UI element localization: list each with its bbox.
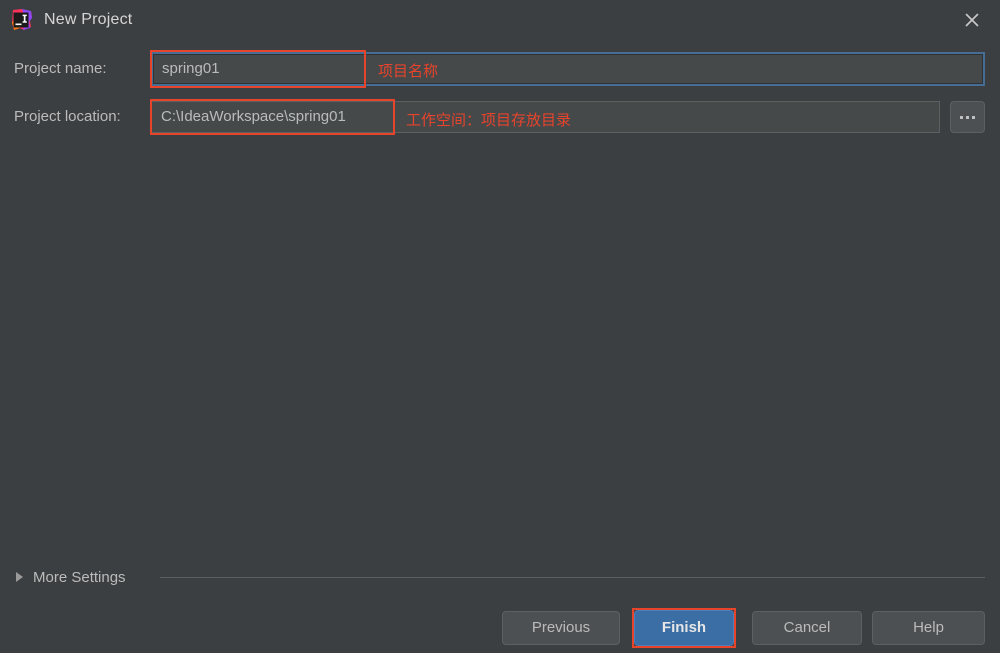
- chevron-right-icon: [16, 572, 23, 582]
- help-button[interactable]: Help: [872, 611, 985, 645]
- browse-folder-button[interactable]: [950, 101, 985, 133]
- project-location-value: C:\IdeaWorkspace\spring01: [161, 108, 346, 125]
- project-name-input[interactable]: spring01: [151, 52, 985, 86]
- close-icon[interactable]: [958, 6, 986, 34]
- annotation-text-project-location: 工作空间：项目存放目录: [406, 111, 572, 129]
- previous-button[interactable]: Previous: [502, 611, 620, 645]
- project-name-label: Project name:: [14, 60, 107, 77]
- ellipsis-icon: [951, 102, 984, 132]
- project-name-value: spring01: [162, 60, 220, 77]
- cancel-button[interactable]: Cancel: [752, 611, 862, 645]
- more-settings-label: More Settings: [33, 568, 126, 586]
- intellij-idea-logo-icon: [10, 8, 34, 32]
- new-project-dialog: New Project Project name: spring01 项目名称 …: [0, 0, 1000, 653]
- finish-button[interactable]: Finish: [634, 610, 734, 646]
- dialog-titlebar: New Project: [0, 0, 1000, 40]
- project-name-input-inner-border: [153, 54, 983, 84]
- dialog-title: New Project: [44, 11, 133, 28]
- more-settings-toggle[interactable]: More Settings: [16, 566, 126, 588]
- more-settings-separator: [160, 577, 985, 578]
- project-location-label: Project location:: [14, 108, 121, 125]
- annotation-text-project-name: 项目名称: [378, 62, 439, 80]
